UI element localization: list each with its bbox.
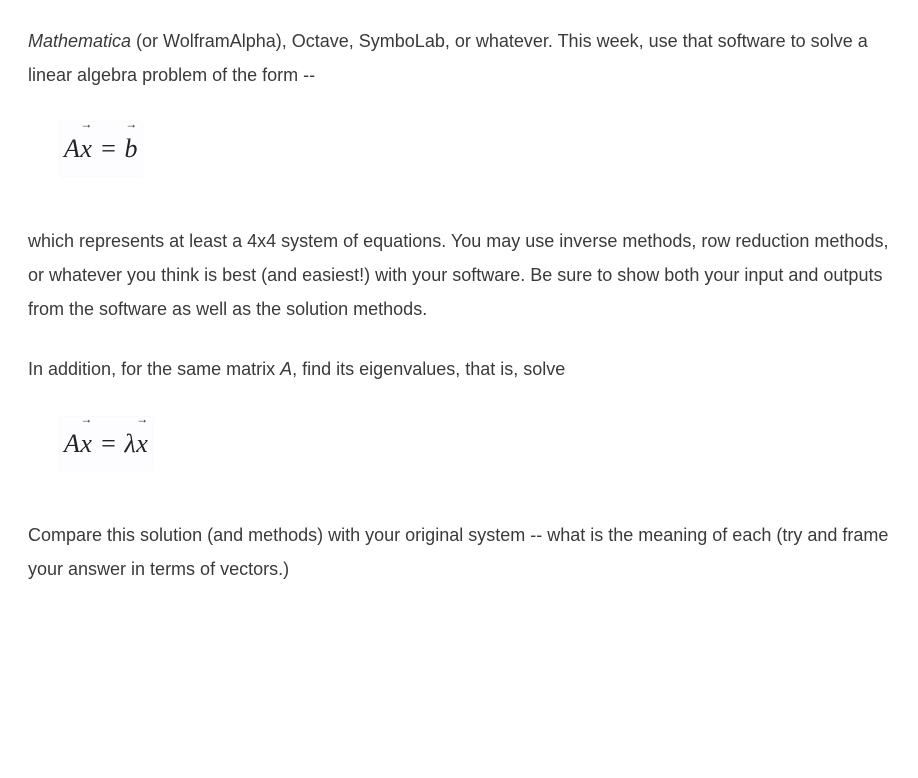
software-name-italic: Mathematica xyxy=(28,31,131,51)
equals-sign: = xyxy=(92,429,124,458)
matrix-A: A xyxy=(64,134,80,163)
eigen-after: , find its eigenvalues, that is, solve xyxy=(292,359,565,379)
paragraph-eigenvalues: In addition, for the same matrix A, find… xyxy=(28,352,890,386)
paragraph-system-description: which represents at least a 4x4 system o… xyxy=(28,224,890,327)
paragraph-intro: Mathematica (or WolframAlpha), Octave, S… xyxy=(28,24,890,92)
matrix-A-inline: A xyxy=(280,359,292,379)
equation-box: Ax = λx xyxy=(60,417,152,470)
vector-b: b xyxy=(124,124,138,173)
eigen-before: In addition, for the same matrix xyxy=(28,359,280,379)
equation-ax-equals-lambda-x: Ax = λx xyxy=(60,417,890,470)
vector-x: x xyxy=(80,124,92,173)
vector-x: x xyxy=(80,419,92,468)
equation-box: Ax = b xyxy=(60,122,142,175)
matrix-A: A xyxy=(64,429,80,458)
equation-ax-equals-b: Ax = b xyxy=(60,122,890,175)
paragraph-intro-rest: (or WolframAlpha), Octave, SymboLab, or … xyxy=(28,31,868,85)
equation-content: Ax = b xyxy=(64,134,138,163)
equation-content: Ax = λx xyxy=(64,429,148,458)
paragraph-compare: Compare this solution (and methods) with… xyxy=(28,518,890,586)
vector-x: x xyxy=(136,419,148,468)
equals-sign: = xyxy=(92,134,124,163)
lambda: λ xyxy=(124,429,136,458)
